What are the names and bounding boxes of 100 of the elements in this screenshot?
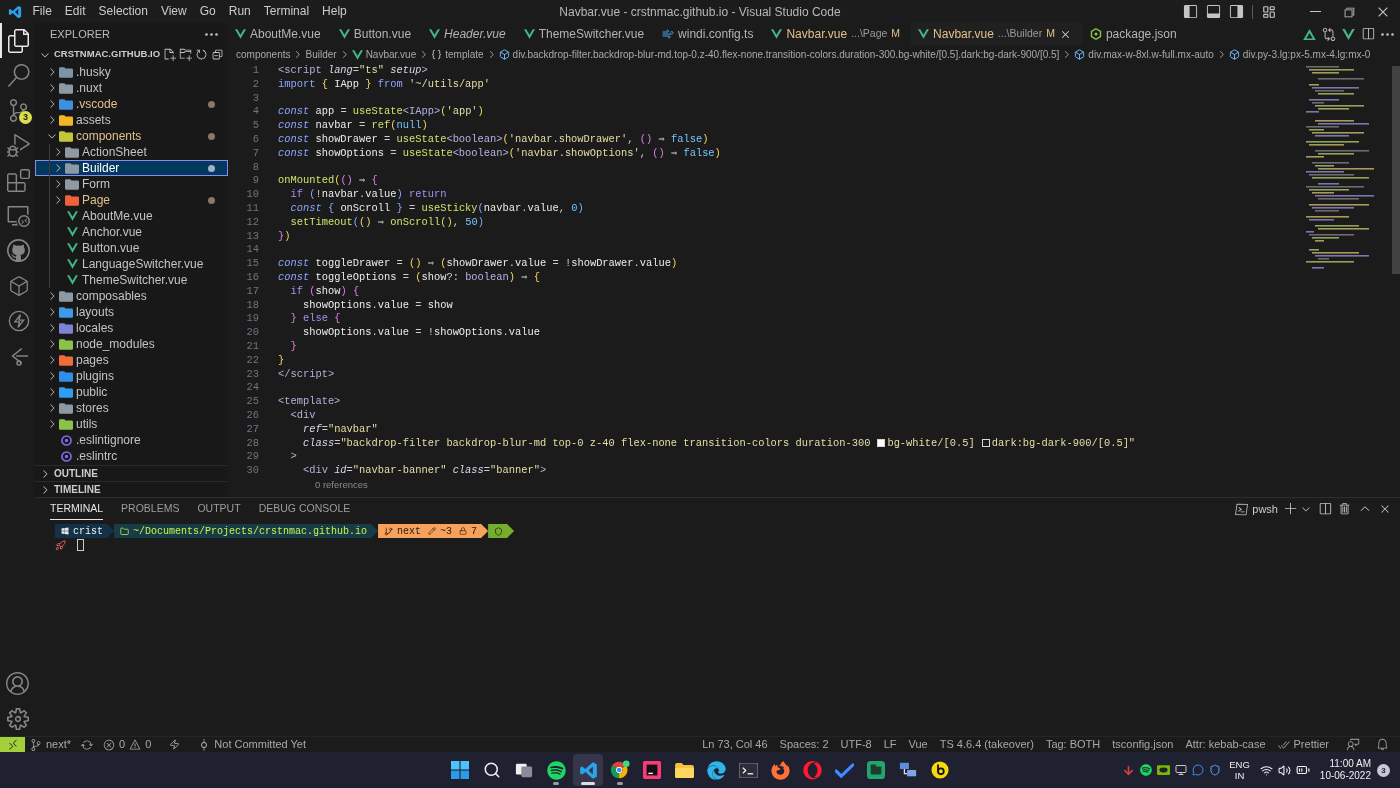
prettier-status[interactable]: Prettier — [1272, 737, 1334, 752]
workspace-header[interactable]: CRSTNMAC.GITHUB.IO — [39, 47, 161, 62]
sidebar-right-layout-icon — [1229, 4, 1244, 19]
tree-item[interactable]: ActionSheet — [35, 144, 228, 160]
menu-item[interactable]: Go — [193, 0, 223, 23]
breadcrumb-item[interactable]: template — [431, 47, 484, 62]
split-editor-icon[interactable] — [1361, 27, 1375, 41]
tree-item[interactable]: Button.vue — [35, 240, 228, 256]
status-item[interactable]: TS 4.6.4 (takeover) — [934, 737, 1039, 752]
tree-item[interactable]: LanguageSwitcher.vue — [35, 256, 228, 272]
line-number: 11 — [245, 201, 259, 216]
trash-icon[interactable] — [1338, 502, 1352, 516]
spotify-logo-icon[interactable] — [1140, 764, 1153, 776]
input-language-button[interactable]: ENG IN — [1229, 759, 1250, 781]
compare-icon[interactable] — [1322, 27, 1336, 41]
tree-item[interactable]: public — [35, 384, 228, 400]
problems-button[interactable]: 0 0 — [98, 737, 157, 752]
breadcrumb-item[interactable]: components — [236, 47, 291, 62]
triangle-icon[interactable] — [1303, 28, 1316, 40]
tree-item[interactable]: utils — [35, 416, 228, 432]
panel-tab[interactable]: TERMINAL — [50, 498, 104, 520]
tree-item[interactable]: stores — [35, 400, 228, 416]
tree-item[interactable]: .nuxt — [35, 80, 228, 96]
tree-item[interactable]: layouts — [35, 304, 228, 320]
rocket-icon — [55, 539, 66, 551]
tree-item[interactable]: .husky — [35, 64, 228, 80]
ellipsis-icon[interactable] — [1381, 32, 1394, 36]
branch-button[interactable]: next* — [25, 737, 77, 752]
breadcrumb-item[interactable]: div.max-w-8xl.w-full.mx-auto — [1074, 47, 1214, 62]
status-item[interactable]: UTF-8 — [835, 737, 877, 752]
v-logo-icon[interactable] — [1342, 28, 1355, 40]
tree-item[interactable]: Form — [35, 176, 228, 192]
monitor-icon[interactable] — [1175, 764, 1188, 776]
tree-item[interactable]: Anchor.vue — [35, 224, 228, 240]
scrollbar-thumb[interactable] — [1392, 66, 1400, 274]
breadcrumb-item[interactable]: Navbar.vue — [351, 47, 417, 62]
status-item[interactable]: tsconfig.json — [1107, 737, 1179, 752]
editor-tab[interactable]: ThemeSwitcher.vue — [516, 23, 656, 45]
activity-bar-button[interactable]: 3 — [0, 93, 35, 128]
tree-item[interactable]: .eslintrc — [35, 448, 228, 464]
tree-item[interactable]: Page — [35, 192, 228, 208]
tree-item[interactable]: .eslintignore — [35, 432, 228, 448]
new-file-icon[interactable] — [163, 48, 176, 61]
shield-icon[interactable] — [1209, 764, 1222, 776]
editor-tab[interactable]: Button.vue — [331, 23, 423, 45]
eye-logo-icon[interactable] — [1157, 765, 1171, 775]
add-icon[interactable] — [1284, 502, 1298, 516]
menu-item[interactable]: Help — [315, 0, 354, 23]
menu-item[interactable]: File — [26, 0, 59, 23]
breadcrumb-item[interactable]: div.py-3.lg:px-5.mx-4.lg:mx-0 — [1228, 47, 1371, 62]
taskbar-app[interactable] — [573, 754, 603, 786]
tree-item[interactable]: ThemeSwitcher.vue — [35, 272, 228, 288]
tree-item[interactable]: composables — [35, 288, 228, 304]
menu-item[interactable]: View — [154, 0, 194, 23]
download-arrow-icon[interactable] — [1122, 763, 1136, 777]
clock-button[interactable]: 11:00 AM 10-06-2022 — [1319, 758, 1371, 782]
status-item[interactable]: Ln 73, Col 46 — [697, 737, 773, 752]
tree-item[interactable]: locales — [35, 320, 228, 336]
remote-button[interactable] — [0, 737, 25, 752]
editor-tab[interactable]: Header.vue — [422, 23, 517, 45]
tree-item[interactable]: plugins — [35, 368, 228, 384]
panel-tab[interactable]: DEBUG CONSOLE — [258, 498, 351, 520]
menu-item[interactable]: Edit — [58, 0, 93, 23]
breadcrumb-item[interactable]: div.backdrop-filter.backdrop-blur-md.top-0.z-40.flex-none.transition-colors.duration-300.bg-white/[0.5].dark:bg-dark-900/[0.5] — [498, 47, 1060, 62]
panel-tab[interactable]: PROBLEMS — [121, 498, 180, 520]
status-item[interactable]: Spaces: 2 — [774, 737, 834, 752]
quick-settings-button[interactable] — [1259, 763, 1310, 777]
split-terminal-icon[interactable] — [1318, 502, 1332, 516]
tree-item[interactable]: assets — [35, 112, 228, 128]
status-item[interactable]: Tag: BOTH — [1040, 737, 1106, 752]
menu-item[interactable]: Selection — [92, 0, 155, 23]
status-item[interactable]: Vue — [903, 737, 933, 752]
codelens-link[interactable]: 0 references — [315, 477, 368, 492]
editor-tab[interactable]: package.json — [1082, 23, 1188, 45]
section-header[interactable]: OUTLINE — [35, 465, 228, 481]
panel-tab[interactable]: OUTPUT — [197, 498, 241, 520]
status-item[interactable]: Attr: kebab-case — [1180, 737, 1271, 752]
refresh-icon[interactable] — [195, 48, 208, 61]
editor-tab[interactable]: Navbar.vue ...\Page M — [764, 23, 912, 45]
breadcrumb-item[interactable]: Builder — [305, 47, 337, 62]
tree-item[interactable]: pages — [35, 352, 228, 368]
editor-tab[interactable]: Navbar.vue ...\Builder M — [911, 23, 1083, 45]
status-item[interactable]: LF — [878, 737, 902, 752]
editor-tab[interactable]: windi.config.ts — [655, 23, 765, 45]
tree-item[interactable]: AboutMe.vue — [35, 208, 228, 224]
notification-count[interactable]: 3 — [1377, 763, 1390, 777]
collapse-all-icon[interactable] — [211, 48, 224, 61]
line-number: 18 — [245, 298, 259, 313]
new-folder-icon[interactable] — [179, 48, 192, 61]
terminal-profile-button[interactable]: pwsh — [1235, 500, 1278, 518]
tree-item[interactable]: Builder — [35, 160, 228, 176]
chat-bubble-icon[interactable] — [1192, 764, 1205, 776]
more-actions-button[interactable] — [205, 32, 218, 36]
tree-item[interactable]: .vscode — [35, 96, 228, 112]
tree-item[interactable]: components — [35, 128, 228, 144]
tree-item[interactable]: node_modules — [35, 336, 228, 352]
menu-item[interactable]: Run — [222, 0, 258, 23]
menu-item[interactable]: Terminal — [257, 0, 316, 23]
editor-tab[interactable]: AboutMe.vue — [228, 23, 332, 45]
commit-status[interactable]: Not Committed Yet — [193, 737, 312, 752]
